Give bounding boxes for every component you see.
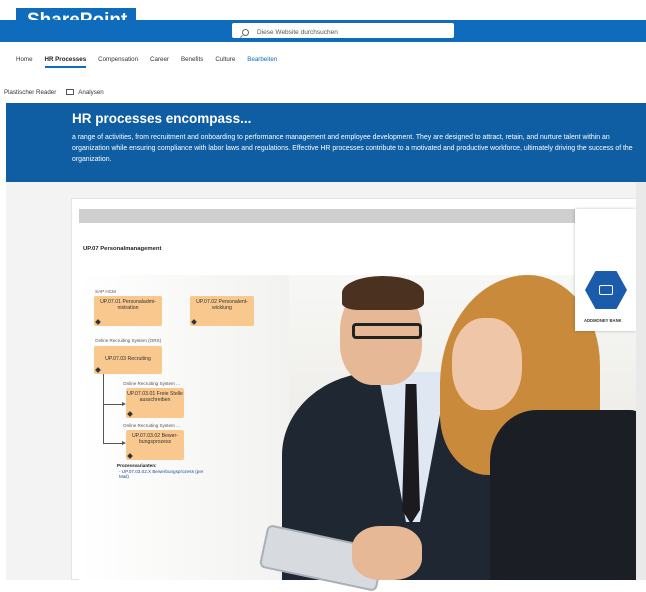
process-node-up070302[interactable]: UP.07.03.02 Bewer-bungsprozess: [126, 430, 184, 460]
search-icon: [242, 28, 249, 36]
pencil-icon: [191, 319, 197, 325]
node-label: UP.07.01 Personaladmi-nistration: [100, 299, 156, 311]
node-label: UP.07.03.02 Bewer-bungsprozess: [131, 433, 179, 445]
nav-compensation[interactable]: Compensation: [98, 52, 138, 72]
page-scroll-edge: [636, 182, 646, 580]
group-label-sap: SAP HCM: [95, 289, 116, 294]
diagram-title: UP.07 Personalmanagement: [83, 246, 162, 252]
analytics-icon: [66, 89, 75, 95]
glasses-icon: [352, 323, 422, 339]
nav-home[interactable]: Home: [16, 52, 33, 72]
process-node-up0701[interactable]: UP.07.01 Personaladmi-nistration: [94, 296, 162, 326]
pencil-icon: [127, 453, 133, 459]
variants-title: Prozessvarianten:: [117, 463, 157, 468]
hand: [352, 526, 422, 580]
bank-name: ADDMONEY BANK: [584, 318, 622, 323]
node-label: UP.07.03.01 Freie Stelle ausschreiben: [127, 391, 183, 403]
woman-face: [452, 318, 522, 410]
pencil-icon: [95, 319, 101, 325]
man-hair: [342, 276, 424, 310]
process-node-up0702[interactable]: UP.07.02 Personalent-wicklung: [190, 296, 254, 326]
group-label-ors: Online Recruiting System (ORS): [95, 338, 162, 343]
search-placeholder: Diese Website durchsuchen: [257, 28, 338, 36]
search-input[interactable]: Diese Website durchsuchen: [232, 23, 454, 38]
process-node-up070301[interactable]: UP.07.03.01 Freie Stelle ausschreiben: [126, 388, 184, 418]
hero-banner: HR processes encompass... a range of act…: [6, 103, 646, 182]
analytics-button[interactable]: Analysen: [66, 88, 104, 96]
pencil-icon: [95, 367, 101, 373]
node-label: UP.07.02 Personalent-wicklung: [196, 299, 248, 311]
nav-hr-processes[interactable]: HR Processes: [44, 52, 87, 68]
process-node-up0703[interactable]: UP.07.03 Recruiting: [94, 346, 162, 374]
sub-label-1: Online Recruiting System ...: [123, 381, 180, 386]
command-bar: Plastischer Reader Analysen: [0, 85, 646, 99]
sub-label-2: Online Recruiting System ...: [123, 423, 180, 428]
nav-career[interactable]: Career: [150, 52, 169, 72]
connector-line: [103, 443, 123, 444]
edit-nav-link[interactable]: Bearbeiten: [247, 52, 277, 72]
site-navigation: Home HR Processes Compensation Career Be…: [0, 52, 646, 72]
connector-line: [103, 374, 104, 444]
analytics-label: Analysen: [78, 88, 104, 96]
node-label: UP.07.03 Recruiting: [105, 356, 151, 362]
bank-card-icon: [599, 285, 613, 295]
pencil-icon: [127, 411, 133, 417]
immersive-reader-label: Plastischer Reader: [4, 88, 57, 96]
woman-suit: [490, 410, 646, 580]
connector-line: [103, 404, 123, 405]
hero-title: HR processes encompass...: [72, 111, 252, 126]
hero-description: a range of activities, from recruitment …: [72, 134, 633, 163]
bank-brand-panel: [575, 209, 636, 331]
nav-benefits[interactable]: Benefits: [181, 52, 203, 72]
diagram-toolbar: [79, 209, 646, 223]
immersive-reader-button[interactable]: Plastischer Reader: [4, 89, 56, 96]
nav-culture[interactable]: Culture: [215, 52, 235, 72]
variant-link[interactable]: - UP.07.03.02.X Bewerbungsprozess (per M…: [119, 469, 205, 479]
